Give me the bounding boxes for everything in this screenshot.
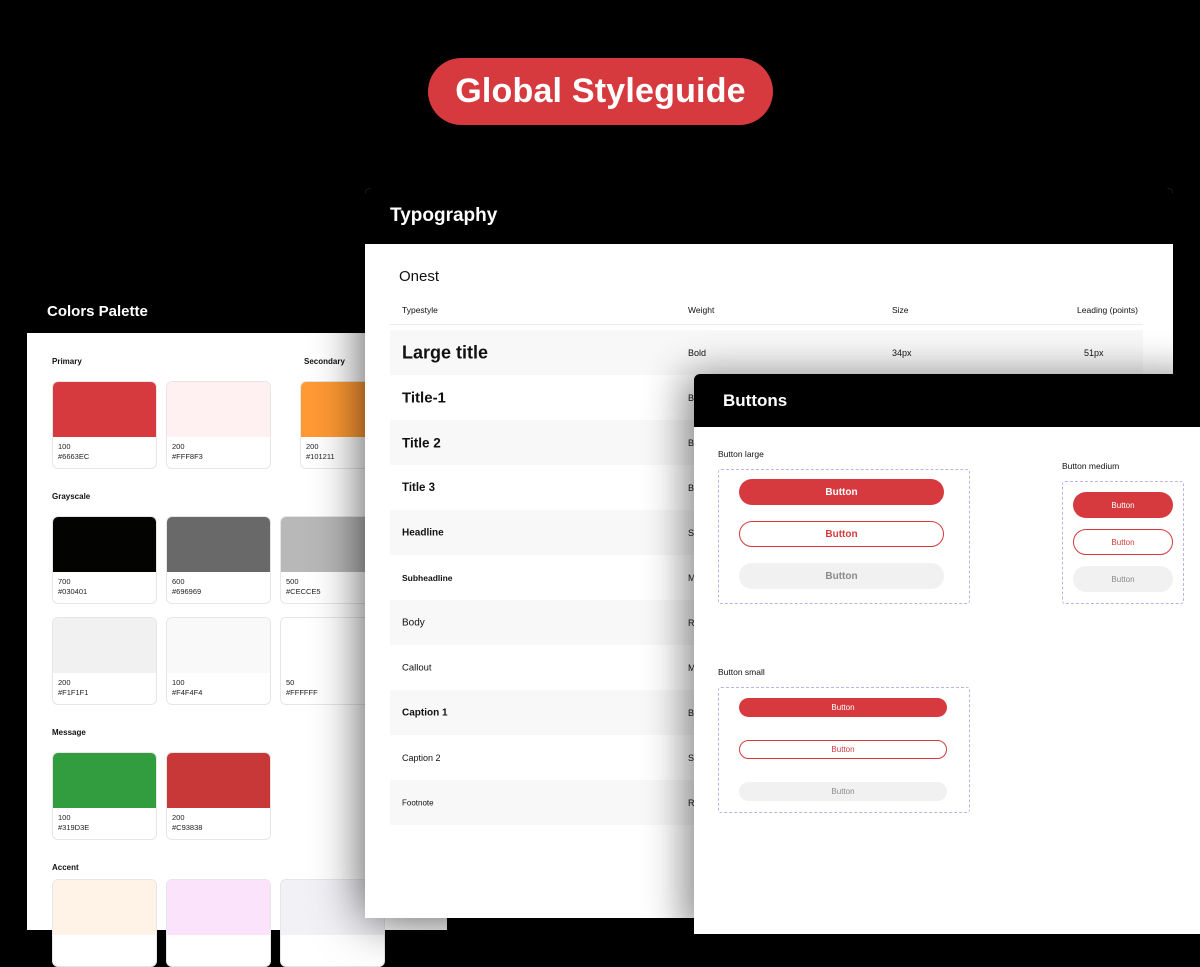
styleguide-title-pill: Global Styleguide (428, 58, 773, 125)
swatch-shade: 100 (58, 813, 71, 822)
large-outline-button[interactable]: Button (739, 521, 944, 547)
swatch-hex: #696969 (172, 587, 202, 596)
color-swatch[interactable]: 100 #6663EC (52, 381, 157, 469)
button-group-large: Button Button Button (718, 469, 970, 604)
color-swatch[interactable]: 200 #F1F1F1 (52, 617, 157, 705)
swatch-hex: #6663EC (58, 452, 90, 461)
swatch-fill (167, 753, 270, 808)
typestyle-name: Caption 2 (402, 752, 441, 763)
swatch-fill (53, 517, 156, 572)
swatch-fill (167, 880, 270, 935)
small-disabled-button[interactable]: Button (739, 782, 947, 801)
typestyle-name: Callout (402, 662, 432, 673)
typestyle-name: Large title (402, 342, 489, 362)
medium-primary-button[interactable]: Button (1073, 492, 1173, 518)
large-disabled-button[interactable]: Button (739, 563, 944, 589)
swatch-hex: #F1F1F1 (58, 688, 89, 697)
swatch-shade: 600 (172, 577, 185, 586)
section-label-primary: Primary (52, 357, 82, 366)
group-label-small: Button small (718, 667, 765, 677)
swatch-hex: #F4F4F4 (172, 688, 203, 697)
swatch-shade: 200 (172, 442, 185, 451)
typography-panel-title: Typography (390, 205, 498, 226)
table-row[interactable]: Large title Bold 34px 51px (390, 330, 1143, 375)
buttons-panel: Buttons Button large Button Button Butto… (694, 374, 1200, 934)
section-label-grayscale: Grayscale (52, 492, 91, 501)
swatch-fill (53, 880, 156, 935)
group-label-large: Button large (718, 449, 764, 459)
small-primary-button[interactable]: Button (739, 698, 947, 717)
button-group-small: Button Button Button (718, 687, 970, 813)
color-swatch[interactable] (166, 879, 271, 967)
section-label-secondary: Secondary (304, 357, 345, 366)
typestyle-weight: Bold (688, 347, 707, 358)
buttons-panel-header: Buttons (694, 374, 1200, 427)
section-label-message: Message (52, 728, 86, 737)
typography-panel-header: Typography (365, 188, 1173, 244)
swatch-fill (167, 517, 270, 572)
swatch-fill (53, 753, 156, 808)
color-swatch[interactable] (52, 879, 157, 967)
swatch-hex: #030401 (58, 587, 88, 596)
typestyle-name: Subheadline (402, 572, 453, 583)
swatch-fill (167, 618, 270, 673)
medium-disabled-button[interactable]: Button (1073, 566, 1173, 592)
swatch-fill (167, 382, 270, 437)
swatch-shade: 100 (172, 678, 185, 687)
column-header-leading: Leading (points) (1077, 305, 1138, 315)
typestyle-name: Headline (402, 527, 444, 538)
styleguide-title: Global Styleguide (455, 72, 746, 110)
color-swatch[interactable]: 100 #F4F4F4 (166, 617, 271, 705)
color-swatch[interactable]: 200 #FFF8F3 (166, 381, 271, 469)
typestyle-name: Footnote (402, 798, 434, 807)
typestyle-name: Body (402, 617, 425, 628)
typestyle-leading: 51px (1084, 347, 1104, 358)
font-family-name: Onest (399, 268, 440, 285)
typestyle-name: Caption 1 (402, 707, 448, 718)
typestyle-name: Title 3 (402, 481, 436, 494)
swatch-shade: 200 (172, 813, 185, 822)
group-label-medium: Button medium (1062, 461, 1120, 471)
swatch-fill (53, 618, 156, 673)
typestyle-name: Title 2 (402, 435, 441, 450)
column-header-size: Size (892, 305, 909, 315)
swatch-shade: 200 (58, 678, 71, 687)
colors-panel-title: Colors Palette (47, 303, 148, 320)
swatch-hex: #319D3E (58, 823, 90, 832)
swatch-fill (53, 382, 156, 437)
swatch-shade: 700 (58, 577, 71, 586)
color-swatch[interactable]: 100 #319D3E (52, 752, 157, 840)
swatch-hex: #FFF8F3 (172, 452, 203, 461)
column-header-typestyle: Typestyle (402, 305, 438, 315)
small-outline-button[interactable]: Button (739, 740, 947, 759)
button-group-medium: Button Button Button (1062, 481, 1184, 604)
color-swatch[interactable]: 600 #696969 (166, 516, 271, 604)
large-primary-button[interactable]: Button (739, 479, 944, 505)
swatch-shade: 100 (58, 442, 71, 451)
typestyle-size: 34px (892, 347, 912, 358)
color-swatch[interactable]: 700 #030401 (52, 516, 157, 604)
color-swatch[interactable]: 200 #C93838 (166, 752, 271, 840)
column-header-weight: Weight (688, 305, 715, 315)
buttons-panel-title: Buttons (723, 390, 788, 410)
swatch-hex: #C93838 (172, 823, 203, 832)
typestyle-name: Title-1 (402, 389, 446, 406)
medium-outline-button[interactable]: Button (1073, 529, 1173, 555)
typography-table-header: Typestyle Weight Size Leading (points) (390, 296, 1143, 325)
section-label-accent: Accent (52, 863, 79, 872)
